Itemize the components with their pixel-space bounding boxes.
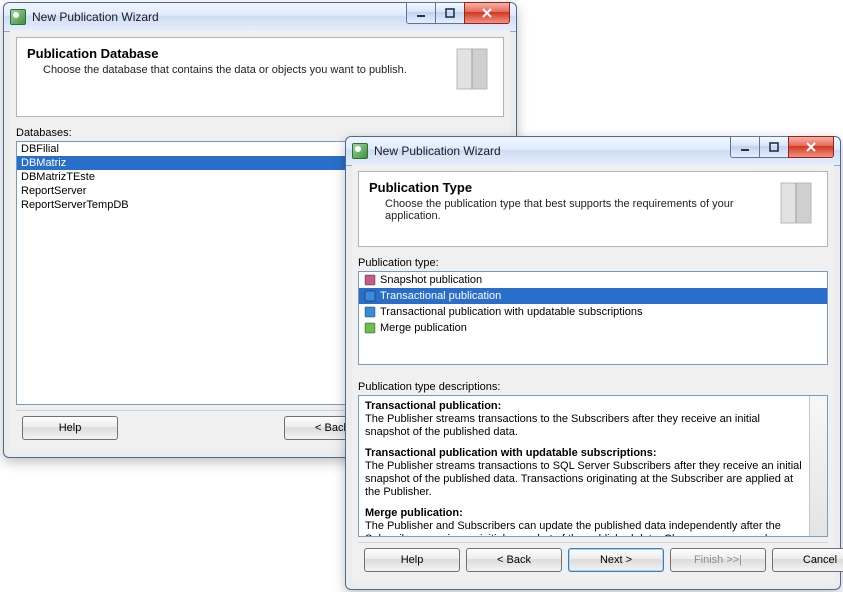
pubtype-icon (363, 321, 377, 335)
client-area: Publication Type Choose the publication … (352, 165, 834, 583)
titlebar[interactable]: New Publication Wizard (4, 3, 516, 32)
help-button[interactable]: Help (22, 416, 118, 440)
list-item[interactable]: Snapshot publication (359, 272, 827, 288)
description-paragraph: Merge publication:The Publisher and Subs… (365, 507, 821, 537)
finish-button: Finish >>| (670, 548, 766, 572)
description-title: Merge publication: (365, 507, 463, 519)
minimize-button[interactable] (730, 136, 760, 158)
desc-label: Publication type descriptions: (358, 381, 828, 393)
app-icon (10, 9, 26, 25)
titlebar[interactable]: New Publication Wizard (346, 137, 840, 166)
maximize-button[interactable] (759, 136, 789, 158)
pubtype-icon (363, 273, 377, 287)
description-title: Transactional publication with updatable… (365, 447, 657, 459)
window-publication-type: New Publication Wizard Publication Type … (345, 136, 841, 590)
pubtype-listbox[interactable]: Snapshot publication Transactional public… (358, 271, 828, 365)
page-subtitle: Choose the publication type that best su… (385, 198, 749, 222)
next-button[interactable]: Next > (568, 548, 664, 572)
page-subtitle: Choose the database that contains the da… (43, 64, 425, 76)
help-button[interactable]: Help (364, 548, 460, 572)
scrollbar-thumb[interactable] (810, 436, 825, 478)
list-item-label: Merge publication (380, 322, 467, 334)
window-buttons (731, 136, 834, 158)
list-item[interactable]: Transactional publication (359, 288, 827, 304)
list-item-label: Transactional publication (380, 290, 501, 302)
app-icon (352, 143, 368, 159)
book-icon (771, 178, 821, 228)
description-title: Transactional publication: (365, 400, 501, 412)
page-title: Publication Type (369, 180, 749, 195)
wizard-header: Publication Type Choose the publication … (358, 171, 828, 247)
description-box[interactable]: Transactional publication:The Publisher … (358, 395, 828, 537)
page-title: Publication Database (27, 46, 425, 61)
pubtype-icon (363, 305, 377, 319)
maximize-button[interactable] (435, 2, 465, 24)
wizard-header: Publication Database Choose the database… (16, 37, 504, 117)
description-paragraph: Transactional publication:The Publisher … (365, 400, 821, 439)
cancel-button[interactable]: Cancel (772, 548, 843, 572)
minimize-button[interactable] (406, 2, 436, 24)
description-paragraph: Transactional publication with updatable… (365, 447, 821, 499)
list-item[interactable]: Transactional publication with updatable… (359, 304, 827, 320)
book-icon (447, 44, 497, 94)
window-buttons (407, 2, 510, 24)
pubtype-label: Publication type: (358, 257, 828, 269)
close-button[interactable] (788, 136, 834, 158)
back-button[interactable]: < Back (466, 548, 562, 572)
list-item-label: Snapshot publication (380, 274, 482, 286)
list-item[interactable]: Merge publication (359, 320, 827, 336)
button-row: Help < Back Next > Finish >>| Cancel (358, 542, 828, 577)
close-button[interactable] (464, 2, 510, 24)
list-item-label: Transactional publication with updatable… (380, 306, 643, 318)
pubtype-icon (363, 289, 377, 303)
